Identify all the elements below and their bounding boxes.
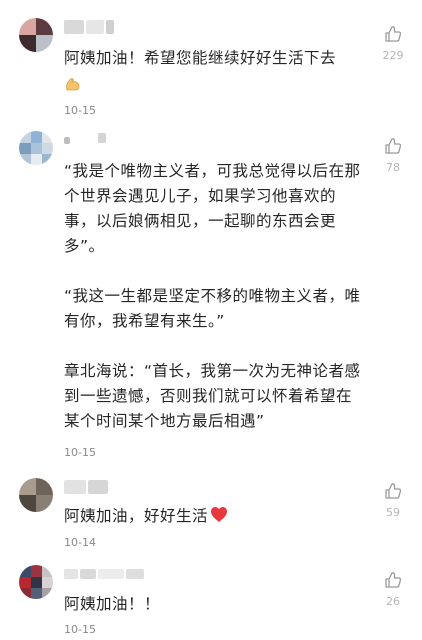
comment-date: 10-15 <box>64 623 96 636</box>
red-heart-icon <box>211 507 228 522</box>
like-count: 229 <box>382 49 404 62</box>
like-count: 78 <box>386 161 400 174</box>
comment-paragraph: 章北海说：“首长，我第一次为无神论者感到一些遗憾，否则我们就可以怀着希望在某个时… <box>64 362 361 430</box>
comment-text: 阿姨加油！！ <box>64 595 161 613</box>
comment-text: 阿姨加油，好好生活 <box>64 504 364 529</box>
thumbs-up-icon <box>385 483 402 499</box>
like-button[interactable]: 26 <box>378 571 408 608</box>
comment-paragraph: “我是个唯物主义者，可我总觉得以后在那个世界会遇见儿子，如果学习他喜欢的事，以后… <box>64 162 361 255</box>
comment-text: 阿姨加油！希望您能继续好好生活下去 <box>64 46 364 96</box>
like-button[interactable]: 229 <box>378 25 408 62</box>
comment-date: 10-15 <box>64 446 96 459</box>
comment-paragraph: “我这一生都是坚定不移的唯物主义者，唯有你，我希望有来生。” <box>64 287 361 330</box>
like-button[interactable]: 78 <box>378 137 408 174</box>
avatar[interactable] <box>19 18 53 52</box>
avatar[interactable] <box>19 478 53 512</box>
thumbs-up-icon <box>385 572 402 588</box>
comment-date: 10-14 <box>64 536 96 549</box>
like-button[interactable]: 59 <box>378 482 408 519</box>
comment-date: 10-15 <box>64 104 96 117</box>
thumbs-up-icon <box>385 138 402 154</box>
like-count: 59 <box>386 506 400 519</box>
flexed-biceps-icon <box>66 77 80 90</box>
comment-text: “我是个唯物主义者，可我总觉得以后在那个世界会遇见儿子，如果学习他喜欢的事，以后… <box>64 159 364 434</box>
avatar[interactable] <box>19 131 53 165</box>
like-count: 26 <box>386 595 400 608</box>
avatar[interactable] <box>19 565 53 599</box>
thumbs-up-icon <box>385 26 402 42</box>
